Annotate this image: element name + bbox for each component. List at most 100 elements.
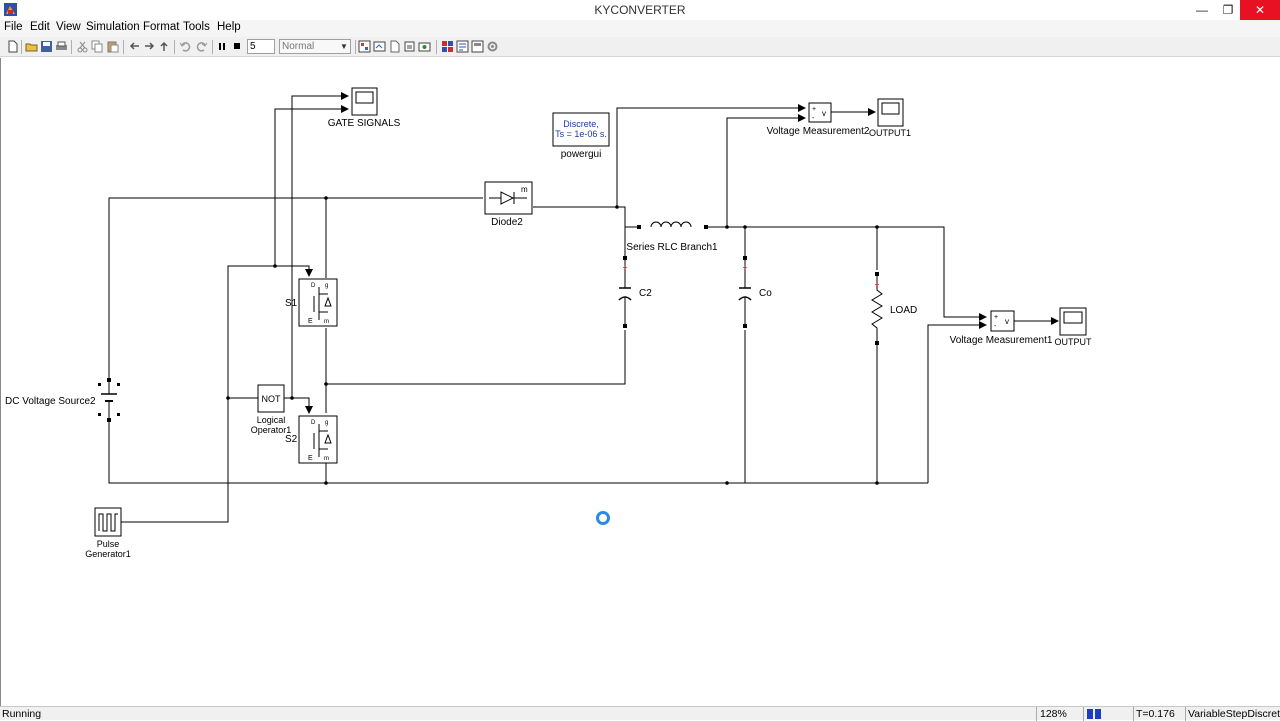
not-label: NOT [262, 394, 282, 404]
toolbar-separator [123, 40, 124, 54]
output1-scope[interactable]: OUTPUT1 [869, 98, 911, 138]
paste-icon[interactable] [106, 40, 119, 53]
status-divider [1083, 707, 1084, 721]
menu-tools[interactable]: Tools [183, 21, 210, 33]
menu-file[interactable]: File [4, 21, 23, 33]
up-icon[interactable] [158, 40, 171, 53]
progress-segment [1087, 709, 1093, 719]
vm1-label: Voltage Measurement1 [950, 335, 1053, 346]
toolbar-separator [21, 40, 22, 54]
powergui-mode: Discrete, [563, 119, 599, 129]
toolbar-separator [436, 40, 437, 54]
debugger-icon[interactable] [471, 40, 484, 53]
close-button[interactable]: ✕ [1240, 0, 1280, 20]
stop-icon[interactable] [231, 40, 244, 53]
simulation-mode-value: Normal [282, 41, 315, 52]
c2-capacitor[interactable]: + C2 [618, 256, 652, 328]
s1-m: m [324, 319, 329, 325]
powergui-label: powergui [561, 149, 602, 160]
status-divider [1185, 707, 1186, 721]
dc-voltage-source2[interactable]: DC Voltage Source2 [5, 378, 120, 422]
diode2-port-m: m [521, 185, 528, 194]
dc-source-label: DC Voltage Source2 [5, 396, 96, 407]
model-advisor-icon[interactable] [418, 40, 431, 53]
status-bar: Running 128% T=0.176 VariableStepDiscret… [0, 706, 1280, 721]
s1-g: g [325, 283, 328, 289]
logical-operator-label-1: Logical [257, 415, 286, 425]
cut-icon[interactable] [76, 40, 89, 53]
vm1-plus: + [994, 314, 998, 321]
voltage-measurement1-block[interactable]: + - v Voltage Measurement1 [950, 310, 1053, 346]
debug-icon[interactable] [403, 40, 416, 53]
series-rlc-branch1[interactable]: Series RLC Branch1 [626, 221, 718, 253]
model-canvas[interactable]: GATE SIGNALS Discrete, Ts = 1e-06 s. pow… [0, 58, 1280, 706]
print-icon[interactable] [55, 40, 68, 53]
menu-view[interactable]: View [56, 21, 81, 33]
toolbar-separator [71, 40, 72, 54]
s1-d: D [311, 283, 316, 289]
co-label: Co [759, 288, 772, 299]
pause-icon[interactable] [216, 40, 229, 53]
menu-simulation[interactable]: Simulation [86, 21, 140, 33]
menu-bar: File Edit View Simulation Format Tools H… [0, 20, 1280, 37]
pulse-label-1: Pulse [97, 539, 120, 549]
update-diagram-icon[interactable] [373, 40, 386, 53]
document-icon[interactable] [388, 40, 401, 53]
title-bar: KYCONVERTER — ❐ ✕ [0, 0, 1280, 20]
load-label: LOAD [890, 305, 917, 316]
s2-mosfet[interactable]: D g E m S2 [285, 415, 338, 464]
save-icon[interactable] [40, 40, 53, 53]
s2-m: m [324, 456, 329, 462]
menu-format[interactable]: Format [143, 21, 179, 33]
powergui-block[interactable]: Discrete, Ts = 1e-06 s. powergui [552, 112, 610, 160]
back-icon[interactable] [128, 40, 141, 53]
vm2-label: Voltage Measurement2 [767, 126, 870, 137]
powergui-sample-time: Ts = 1e-06 s. [555, 129, 607, 139]
chevron-down-icon: ▼ [340, 42, 348, 51]
co-plus: + [743, 263, 748, 272]
diode2-block[interactable]: m Diode2 [484, 181, 533, 228]
progress-segment [1095, 709, 1101, 719]
minimize-button[interactable]: — [1188, 0, 1216, 20]
copy-icon[interactable] [91, 40, 104, 53]
pulse-generator1-block[interactable]: Pulse Generator1 [85, 507, 131, 559]
vm1-v: v [1005, 317, 1009, 326]
s1-mosfet[interactable]: D g E m S1 [285, 278, 338, 327]
status-divider [1133, 707, 1134, 721]
c2-plus: + [623, 263, 628, 272]
build-icon[interactable] [358, 40, 371, 53]
menu-edit[interactable]: Edit [30, 21, 50, 33]
menu-help[interactable]: Help [217, 21, 241, 33]
c2-label: C2 [639, 288, 652, 299]
status-divider [1036, 707, 1037, 721]
toolbar-separator [174, 40, 175, 54]
simulation-mode-select[interactable]: Normal ▼ [279, 39, 351, 54]
load-resistor[interactable]: + LOAD [871, 272, 917, 345]
progress-bar [1087, 709, 1103, 719]
output-scope[interactable]: OUTPUT [1055, 307, 1093, 347]
rlc-label: Series RLC Branch1 [626, 242, 718, 253]
logical-operator-label-2: Operator1 [251, 425, 292, 435]
s1-label: S1 [285, 298, 298, 309]
open-icon[interactable] [25, 40, 38, 53]
s2-e: E [308, 455, 313, 462]
redo-icon[interactable] [195, 40, 208, 53]
sim-time: T=0.176 [1136, 708, 1175, 720]
library-icon[interactable] [441, 40, 454, 53]
co-capacitor[interactable]: + Co [738, 256, 772, 328]
load-plus: + [875, 280, 880, 289]
settings-icon[interactable] [486, 40, 499, 53]
output1-label: OUTPUT1 [869, 128, 911, 138]
undo-icon[interactable] [179, 40, 192, 53]
maximize-button[interactable]: ❐ [1214, 0, 1242, 20]
toolbar-separator [212, 40, 213, 54]
logical-operator1-block[interactable]: NOT Logical Operator1 [251, 384, 292, 435]
stop-time-input[interactable]: 5 [247, 39, 275, 54]
block-diagram[interactable]: GATE SIGNALS Discrete, Ts = 1e-06 s. pow… [1, 58, 1280, 706]
toolbar-separator [355, 40, 356, 54]
output-label: OUTPUT [1055, 337, 1093, 347]
new-icon[interactable] [6, 40, 19, 53]
forward-icon[interactable] [143, 40, 156, 53]
model-explorer-icon[interactable] [456, 40, 469, 53]
zoom-level: 128% [1040, 708, 1067, 720]
